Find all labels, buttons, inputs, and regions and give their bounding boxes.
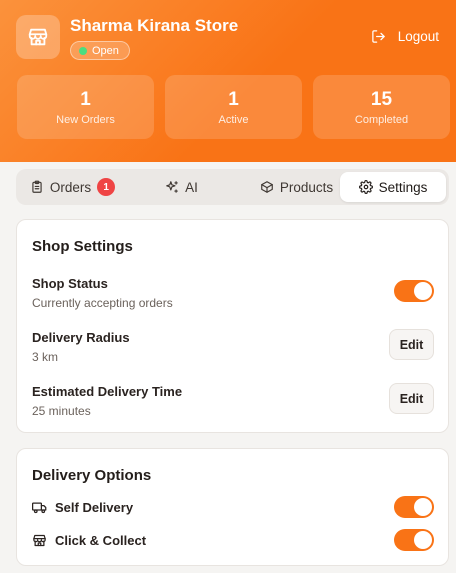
tab-orders[interactable]: Orders 1 bbox=[20, 172, 125, 202]
tab-settings[interactable]: Settings bbox=[340, 172, 446, 202]
delivery-radius-value: 3 km bbox=[32, 350, 59, 364]
store-icon bbox=[16, 15, 60, 59]
clipboard-icon bbox=[32, 180, 42, 193]
stat-label: Completed bbox=[354, 113, 409, 126]
delivery-time-value: 25 minutes bbox=[32, 404, 91, 418]
shop-status-toggle[interactable] bbox=[394, 280, 434, 302]
gear-icon bbox=[358, 180, 373, 194]
shop-settings-card: Shop Settings Shop Status Currently acce… bbox=[16, 219, 449, 433]
option-self-delivery: Self Delivery bbox=[32, 500, 133, 515]
self-delivery-toggle[interactable] bbox=[394, 496, 434, 518]
toggle-knob bbox=[414, 531, 432, 549]
stat-completed: 15 Completed bbox=[313, 75, 450, 139]
click-collect-toggle[interactable] bbox=[394, 529, 434, 551]
stat-label: New Orders bbox=[56, 113, 115, 126]
tab-label: Settings bbox=[378, 179, 428, 195]
delivery-radius-title: Delivery Radius bbox=[32, 330, 130, 345]
store-name: Sharma Kirana Store bbox=[70, 16, 239, 35]
stat-value: 15 bbox=[370, 88, 393, 110]
toggle-knob bbox=[414, 282, 432, 300]
tab-label: Products bbox=[279, 179, 334, 195]
shop-status-title: Shop Status bbox=[32, 276, 108, 291]
status-dot-icon bbox=[79, 46, 87, 55]
store-icon bbox=[33, 534, 46, 547]
tab-ai[interactable]: AI bbox=[129, 172, 234, 202]
tab-products[interactable]: Products bbox=[238, 172, 355, 202]
stat-label: Active bbox=[218, 113, 249, 126]
toggle-knob bbox=[414, 498, 432, 516]
card-title: Delivery Options bbox=[32, 467, 152, 484]
option-label: Self Delivery bbox=[55, 500, 134, 515]
logout-icon bbox=[371, 30, 385, 43]
store-header: Sharma Kirana Store Open Logout 1 New Or… bbox=[0, 0, 456, 162]
delivery-options-card: Delivery Options Self Delivery Click & C… bbox=[16, 448, 449, 566]
orders-count-badge: 1 bbox=[97, 178, 116, 196]
tab-bar: Orders 1 AI Products Settings bbox=[16, 169, 449, 205]
box-icon bbox=[261, 181, 273, 193]
stat-active: 1 Active bbox=[165, 75, 302, 139]
edit-time-button[interactable]: Edit bbox=[389, 383, 434, 414]
shop-status-subtitle: Currently accepting orders bbox=[32, 296, 173, 310]
card-title: Shop Settings bbox=[32, 238, 133, 255]
stat-value: 1 bbox=[228, 88, 239, 110]
logout-label: Logout bbox=[397, 29, 439, 44]
status-label: Open bbox=[92, 44, 119, 57]
stat-value: 1 bbox=[80, 88, 91, 110]
option-label: Click & Collect bbox=[55, 533, 147, 548]
sparkles-icon bbox=[166, 181, 178, 193]
tab-label: Orders bbox=[49, 179, 92, 195]
stat-new-orders: 1 New Orders bbox=[17, 75, 154, 139]
edit-radius-button[interactable]: Edit bbox=[389, 329, 434, 360]
tab-label: AI bbox=[185, 179, 198, 195]
truck-icon bbox=[32, 502, 47, 514]
logout-button[interactable]: Logout bbox=[371, 29, 439, 44]
delivery-time-title: Estimated Delivery Time bbox=[32, 384, 183, 399]
status-badge: Open bbox=[70, 41, 130, 60]
option-click-collect: Click & Collect bbox=[32, 533, 146, 548]
